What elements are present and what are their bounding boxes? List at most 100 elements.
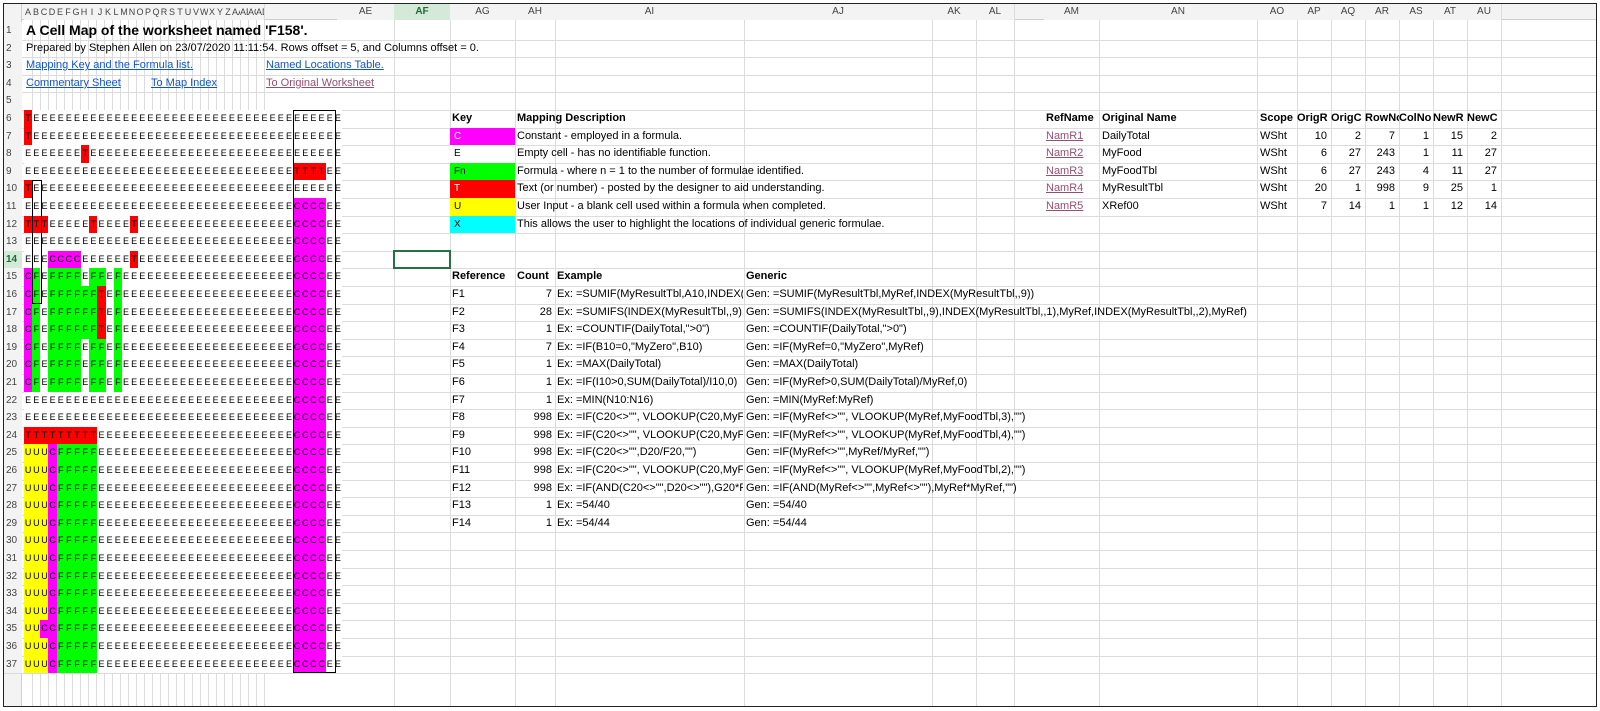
cell-map-cell[interactable]: E — [170, 479, 180, 498]
cell-map-cell[interactable]: F — [81, 550, 90, 568]
cell-map-cell[interactable]: T — [129, 250, 139, 269]
row-header-16[interactable]: 16 — [4, 286, 22, 304]
column-header-ae[interactable]: AE — [337, 4, 394, 20]
cell-map-cell[interactable]: E — [260, 233, 269, 251]
cell-map-cell[interactable]: E — [178, 620, 188, 638]
cell-map-cell[interactable]: T — [89, 426, 98, 445]
cell-map-cell[interactable]: E — [162, 145, 171, 163]
cell-map-cell[interactable]: E — [268, 638, 277, 656]
named-range-link[interactable]: NamR3 — [1046, 163, 1098, 180]
cell-map-cell[interactable]: F — [89, 303, 98, 322]
cell-map-cell[interactable]: E — [195, 514, 204, 533]
cell-map-cell[interactable]: E — [154, 198, 163, 216]
cell-map-cell[interactable]: E — [227, 655, 237, 674]
cell-map-cell[interactable]: E — [203, 303, 212, 322]
cell-map-cell[interactable]: E — [64, 215, 74, 234]
cell-map-cell[interactable]: E — [219, 602, 228, 621]
cell-map-cell[interactable]: E — [195, 655, 204, 674]
cell-map-cell[interactable]: E — [227, 356, 237, 374]
row-header-30[interactable]: 30 — [4, 532, 22, 550]
cell-map-cell[interactable]: F — [72, 532, 82, 550]
cell-map-cell[interactable]: E — [284, 180, 294, 198]
cell-map-cell[interactable]: F — [89, 585, 98, 603]
cell-map-cell[interactable]: E — [235, 514, 245, 533]
cell-map-cell[interactable]: E — [138, 268, 147, 286]
cell-map-cell[interactable]: F — [72, 268, 82, 286]
cell-map-cell[interactable]: E — [276, 532, 285, 550]
cell-map-cell[interactable]: E — [235, 497, 245, 515]
cell-map-cell[interactable]: E — [56, 198, 65, 216]
cell-map-cell[interactable]: E — [89, 233, 98, 251]
cell-map-cell[interactable]: E — [195, 532, 204, 550]
cell-map-cell[interactable]: E — [138, 444, 147, 462]
cell-map-cell[interactable]: E — [129, 110, 139, 128]
cell-map-cell[interactable]: E — [121, 550, 131, 568]
cell-map-cell[interactable]: E — [138, 514, 147, 533]
cell-map-cell[interactable]: E — [138, 303, 147, 322]
cell-map-cell[interactable]: E — [235, 532, 245, 550]
cell-map-cell[interactable]: E — [195, 215, 204, 234]
cell-map-cell[interactable]: E — [129, 356, 139, 374]
cell-map-cell[interactable]: T — [24, 127, 33, 146]
cell-map-cell[interactable]: E — [121, 268, 131, 286]
cell-map-cell[interactable]: E — [235, 180, 245, 198]
cell-map-cell[interactable]: E — [187, 356, 196, 374]
cell-map-cell[interactable]: E — [276, 321, 285, 339]
cell-map-cell[interactable]: E — [138, 409, 147, 427]
cell-map-cell[interactable]: E — [244, 233, 253, 251]
cell-map-cell[interactable]: F — [72, 585, 82, 603]
cell-map-cell[interactable]: E — [129, 550, 139, 568]
cell-map-cell[interactable]: E — [276, 585, 285, 603]
cell-map-cell[interactable]: E — [105, 462, 114, 480]
cell-map-cell[interactable]: E — [244, 338, 253, 357]
cell-map-cell[interactable]: E — [203, 198, 212, 216]
cell-map-cell[interactable]: F — [81, 638, 90, 656]
cell-map-cell[interactable]: E — [203, 180, 212, 198]
cell-map-cell[interactable]: E — [187, 286, 196, 304]
cell-map-cell[interactable]: F — [64, 303, 74, 322]
cell-map-cell[interactable]: E — [178, 198, 188, 216]
cell-map-cell[interactable]: E — [129, 462, 139, 480]
row-header-34[interactable]: 34 — [4, 602, 22, 621]
cell-map-cell[interactable]: F — [48, 286, 57, 304]
cell-map-cell[interactable]: U — [24, 462, 33, 480]
cell-map-cell[interactable]: E — [244, 497, 253, 515]
cell-map-cell[interactable]: E — [235, 550, 245, 568]
cell-map-cell[interactable]: E — [276, 268, 285, 286]
cell-map-cell[interactable]: E — [170, 391, 180, 410]
cell-map-cell[interactable]: U — [32, 602, 41, 621]
cell-map-cell[interactable]: E — [121, 514, 131, 533]
cell-map-cell[interactable]: E — [187, 338, 196, 357]
cell-map-cell[interactable]: E — [154, 286, 163, 304]
cell-map-cell[interactable]: E — [276, 110, 285, 128]
cell-map-cell[interactable]: E — [170, 532, 180, 550]
cell-map-cell[interactable]: E — [154, 585, 163, 603]
cell-map-cell[interactable]: E — [154, 180, 163, 198]
cell-map-cell[interactable]: E — [64, 409, 74, 427]
cell-map-cell[interactable]: E — [146, 550, 155, 568]
cell-map-cell[interactable]: E — [121, 303, 131, 322]
cell-map-cell[interactable]: E — [211, 620, 220, 638]
cell-map-cell[interactable]: E — [121, 567, 131, 586]
cell-map-cell[interactable]: F — [81, 444, 90, 462]
cell-map-cell[interactable]: E — [129, 585, 139, 603]
cell-map-cell[interactable]: F — [81, 497, 90, 515]
cell-map-cell[interactable]: E — [235, 638, 245, 656]
cell-map-cell[interactable]: E — [170, 356, 180, 374]
cell-map-cell[interactable]: E — [40, 374, 49, 392]
cell-map-cell[interactable]: E — [146, 286, 155, 304]
cell-map-cell[interactable]: C — [48, 462, 57, 480]
cell-map-cell[interactable]: E — [227, 602, 237, 621]
cell-map-cell[interactable]: E — [268, 514, 277, 533]
cell-map-cell[interactable]: E — [113, 602, 122, 621]
cell-map-cell[interactable]: E — [154, 145, 163, 163]
active-cell-selection[interactable] — [393, 249, 451, 270]
cell-map-cell[interactable]: E — [97, 391, 106, 410]
cell-map-cell[interactable]: E — [146, 110, 155, 128]
cell-map-cell[interactable]: T — [24, 110, 33, 128]
cell-map-cell[interactable]: E — [195, 127, 204, 146]
cell-map-cell[interactable]: E — [72, 145, 82, 163]
column-header-a[interactable]: A — [24, 4, 32, 20]
cell-map-cell[interactable]: E — [268, 426, 277, 445]
cell-map-cell[interactable]: E — [113, 514, 122, 533]
